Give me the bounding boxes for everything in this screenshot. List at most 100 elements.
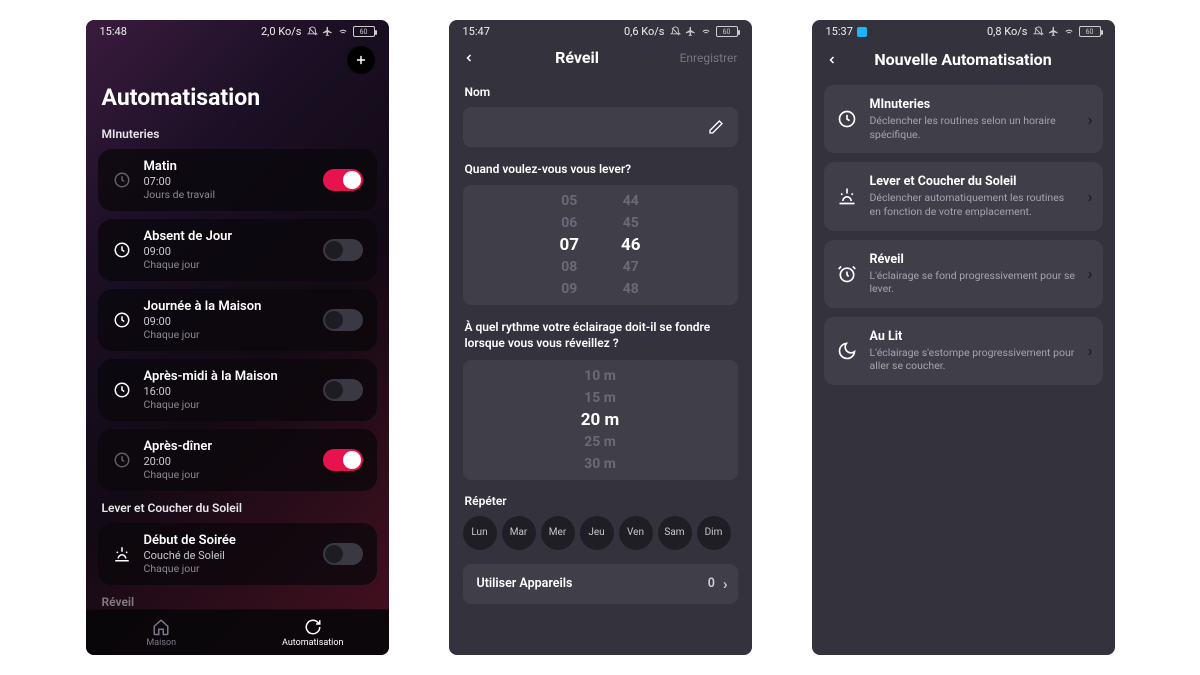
chevron-right-icon: › [1088,110,1093,129]
chevron-left-icon [463,50,475,66]
plus-icon [354,53,368,67]
screen-title: Réveil [555,48,599,67]
option-wake[interactable]: Réveil L'éclairage se fond progressiveme… [824,240,1103,308]
status-rate: 0,6 Ko/s [624,25,665,38]
wake-edit-screen: 15:47 0,6 Ko/s 60 Réveil Enregistrer Nom… [449,20,752,655]
timer-toggle[interactable] [323,309,363,331]
battery-icon: 60 [716,26,738,37]
timer-card[interactable]: Absent de Jour 09:00 Chaque jour [98,219,377,281]
day-button[interactable]: Mer [541,516,575,550]
add-button[interactable] [347,46,375,74]
clock-icon [113,241,131,259]
day-selector: Lun Mar Mer Jeu Ven Sam Dim [463,516,738,550]
clock-icon [837,109,857,129]
use-devices-row[interactable]: Utiliser Appareils 0 › [463,564,738,604]
name-input[interactable] [463,107,738,147]
option-desc: L'éclairage se fond progressivement pour… [870,269,1076,296]
bell-off-icon [670,26,681,37]
moon-icon [837,341,857,361]
status-rate: 0,8 Ko/s [987,25,1028,38]
airplane-icon [685,26,696,37]
sunset-icon [113,545,131,563]
option-bed[interactable]: Au Lit L'éclairage s'estompe progressive… [824,317,1103,385]
status-rate: 2,0 Ko/s [261,25,302,38]
sun-name: Début de Soirée [144,533,311,548]
wifi-icon [700,26,712,37]
wifi-icon [337,26,349,37]
option-name: MInuteries [870,97,1076,112]
fade-picker[interactable]: 10 m 15 m 20 m 25 m 30 m [463,360,738,480]
airplane-icon [1048,26,1059,37]
status-bar: 15:37 0,8 Ko/s 60 [812,20,1115,40]
alarm-icon [837,264,857,284]
save-button[interactable]: Enregistrer [680,51,738,65]
bell-off-icon [1033,26,1044,37]
status-bar: 15:47 0,6 Ko/s 60 [449,20,752,40]
status-time: 15:48 [100,25,127,38]
timer-toggle[interactable] [323,169,363,191]
minute-column[interactable]: 44 45 46 47 48 [621,191,641,299]
day-button[interactable]: Lun [463,516,497,550]
timer-card[interactable]: Matin 07:00 Jours de travail [98,149,377,211]
timer-sub: Chaque jour [144,328,311,341]
timer-card[interactable]: Journée à la Maison 09:00 Chaque jour [98,289,377,351]
option-sun[interactable]: Lever et Coucher du Soleil Déclencher au… [824,162,1103,230]
sun-toggle[interactable] [323,543,363,565]
sun-time: Couché de Soleil [144,549,311,562]
clock-icon [113,171,131,189]
timer-name: Après-dîner [144,439,311,454]
back-button[interactable] [463,50,475,66]
option-timers[interactable]: MInuteries Déclencher les routines selon… [824,85,1103,153]
chevron-right-icon: › [723,575,728,593]
label-repeat: Répéter [465,494,736,508]
timer-name: Journée à la Maison [144,299,311,314]
hour-column[interactable]: 05 06 07 08 09 [559,191,579,299]
timer-toggle[interactable] [323,239,363,261]
timer-card[interactable]: Après-midi à la Maison 16:00 Chaque jour [98,359,377,421]
timer-toggle[interactable] [323,379,363,401]
timer-sub: Jours de travail [144,188,311,201]
day-button[interactable]: Mar [502,516,536,550]
clock-icon [113,311,131,329]
airplane-icon [322,26,333,37]
section-label-wake: Réveil [102,595,373,609]
sun-sub: Chaque jour [144,562,311,575]
time-picker[interactable]: 05 06 07 08 09 44 45 46 47 48 [463,185,738,305]
status-bar: 15:48 2,0 Ko/s 60 [86,20,389,40]
timer-time: 09:00 [144,315,311,328]
timer-sub: Chaque jour [144,258,311,271]
clock-icon [113,451,131,469]
tab-home[interactable]: Maison [86,610,238,655]
tab-automation[interactable]: Automatisation [237,610,389,655]
timer-toggle[interactable] [323,449,363,471]
timer-time: 07:00 [144,175,311,188]
timer-name: Matin [144,159,311,174]
timer-time: 16:00 [144,385,311,398]
use-devices-label: Utiliser Appareils [477,576,573,591]
timer-card[interactable]: Après-dîner 20:00 Chaque jour [98,429,377,491]
home-icon [152,618,170,636]
sun-card[interactable]: Début de Soirée Couché de Soleil Chaque … [98,523,377,585]
section-label-timers: MInuteries [102,127,373,141]
option-desc: Déclencher les routines selon un horaire… [870,114,1076,141]
day-button[interactable]: Dim [697,516,731,550]
chevron-right-icon: › [1088,341,1093,360]
new-automation-screen: 15:37 0,8 Ko/s 60 Nouvelle Automatisatio… [812,20,1115,655]
status-icons: 60 [670,26,738,37]
status-time: 15:47 [463,25,490,38]
option-name: Au Lit [870,329,1076,344]
refresh-clock-icon [304,618,322,636]
question-wake-time: Quand voulez-vous vous lever? [465,161,736,177]
screen-title: Nouvelle Automatisation [874,50,1051,69]
chevron-right-icon: › [1088,264,1093,283]
option-desc: Déclencher automatiquement les routines … [870,191,1076,218]
timer-time: 20:00 [144,455,311,468]
option-name: Réveil [870,252,1076,267]
day-button[interactable]: Ven [619,516,653,550]
back-button[interactable] [826,52,838,68]
status-icons: 60 [1033,26,1101,37]
day-button[interactable]: Sam [658,516,692,550]
clock-icon [113,381,131,399]
day-button[interactable]: Jeu [580,516,614,550]
battery-icon: 60 [353,26,375,37]
